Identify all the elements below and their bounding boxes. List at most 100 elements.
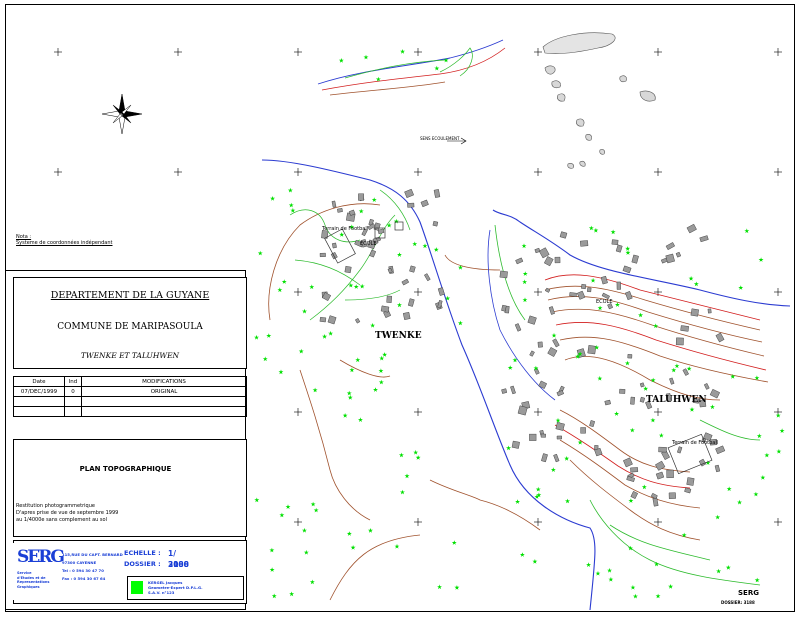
tree-icon — [257, 250, 263, 256]
grid-cross — [414, 288, 422, 296]
tree-icon — [650, 417, 656, 423]
tree-icon — [744, 228, 750, 234]
building — [655, 471, 665, 480]
scale-info: ECHELLE :1/ 2000 DOSSIER :3188 — [124, 548, 189, 570]
building — [627, 354, 633, 359]
tree-icon — [382, 352, 388, 357]
building — [611, 239, 619, 246]
building — [554, 256, 561, 264]
building — [615, 244, 623, 253]
building — [665, 242, 676, 251]
contact-line: 115,RUE DU CAPT. BERNARD — [62, 552, 123, 557]
tree-icon — [779, 428, 785, 433]
building — [715, 445, 726, 455]
tree-icon — [738, 285, 744, 290]
serg-logo: SERG Service d'Etudes et de Representati… — [13, 543, 65, 600]
tree-icon — [451, 540, 457, 545]
department-title: DEPARTEMENT DE LA GUYANE — [50, 290, 210, 301]
logo-letters: SERG — [17, 547, 65, 567]
tree-icon — [597, 375, 603, 381]
tree-icon — [359, 283, 365, 289]
tree-icon — [716, 568, 722, 574]
building — [616, 281, 621, 290]
building — [619, 388, 626, 394]
paths-twenke — [289, 189, 411, 321]
plan-title: PLAN TOPOGRAPHIQUE — [79, 465, 172, 473]
tree-icon — [350, 545, 356, 550]
building — [587, 345, 597, 355]
building — [709, 388, 720, 399]
tree-icon — [322, 334, 328, 339]
building — [407, 202, 415, 208]
tree-icon — [298, 348, 304, 354]
building — [630, 396, 636, 405]
tree-icon — [437, 584, 442, 590]
tree-icon — [590, 277, 596, 283]
scale-label: ECHELLE : — [124, 549, 161, 557]
tree-icon — [302, 308, 307, 314]
tree-icon — [577, 439, 583, 445]
grid-cross — [414, 48, 422, 56]
building — [625, 291, 633, 301]
tree-icon — [404, 473, 410, 479]
flow-label: SENS ECOULEMENT — [420, 136, 460, 141]
tree-icon — [266, 333, 272, 338]
building — [331, 242, 337, 249]
tree-icon — [358, 208, 364, 214]
tree-icon — [346, 531, 352, 536]
building — [534, 247, 541, 254]
building — [555, 422, 565, 431]
building — [514, 323, 522, 332]
contours-twenke — [268, 203, 541, 601]
building — [369, 249, 377, 258]
tree-icon — [629, 427, 635, 433]
tree-icon — [625, 360, 630, 366]
building — [690, 308, 699, 317]
building — [686, 477, 695, 486]
building — [553, 453, 560, 463]
tree-icon — [632, 593, 638, 599]
surveyor-text: KERGEL Jacques Geometre-Expert D.P.L.G. … — [148, 580, 203, 595]
building — [499, 270, 508, 279]
tree-icon — [347, 395, 353, 400]
grid-cross — [774, 168, 782, 176]
tree-icon — [358, 417, 363, 422]
tree-icon — [641, 484, 647, 490]
building — [344, 265, 352, 274]
football-field-label-1: Terrain de Football — [322, 226, 369, 232]
building — [626, 475, 635, 482]
grid-cross — [654, 168, 662, 176]
grid-cross — [654, 408, 662, 416]
mod-empty-cell — [81, 406, 247, 417]
coordinate-note: Nota : Systeme de coordonnées indépendan… — [16, 234, 113, 246]
building — [669, 377, 675, 385]
tree-icon — [398, 452, 404, 458]
tree-icon — [758, 257, 764, 262]
contact-line: 97300 CAYENNE — [62, 560, 97, 565]
tree-icon — [328, 330, 334, 336]
building — [639, 382, 645, 388]
tree-icon — [269, 567, 275, 572]
building — [677, 446, 683, 454]
building — [665, 253, 675, 264]
tree-icon — [254, 497, 260, 503]
tree-icon — [277, 287, 283, 293]
building — [559, 231, 568, 239]
grid-cross — [294, 48, 302, 56]
tree-icon — [737, 499, 742, 505]
building — [552, 338, 560, 348]
mod-empty-cell — [13, 396, 65, 407]
building — [622, 265, 632, 274]
restitution-line: au 1/4000e sans complement au sol — [16, 517, 107, 523]
tree-icon — [303, 549, 309, 555]
tree-icon — [278, 369, 284, 375]
building — [680, 325, 689, 332]
contact-line: Tel : 0 594 30 47 70 — [62, 568, 104, 573]
tree-icon — [595, 570, 601, 576]
tree-icon — [397, 252, 402, 257]
building — [358, 193, 364, 201]
tree-icon — [454, 585, 460, 590]
tree-icon — [400, 49, 405, 54]
building — [319, 316, 327, 323]
header-box: DEPARTEMENT DE LA GUYANE COMMUNE DE MARI… — [13, 277, 247, 369]
